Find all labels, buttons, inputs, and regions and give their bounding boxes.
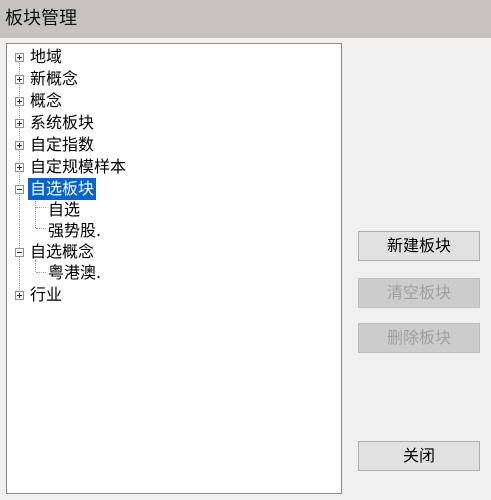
tree-node-label: 自定规模样本 — [30, 157, 127, 176]
clear-block-button[interactable]: 清空板块 — [358, 278, 480, 308]
tree-node-label: 新概念 — [30, 69, 79, 88]
tree-node[interactable]: 系统板块 — [7, 112, 337, 134]
tree-node-label: 强势股. — [48, 221, 102, 240]
tree-child-node[interactable]: 自选 — [7, 199, 337, 221]
window-title: 板块管理 — [5, 8, 77, 29]
expand-icon[interactable] — [15, 75, 24, 84]
tree-node[interactable]: 地域 — [7, 46, 337, 68]
delete-block-button[interactable]: 删除板块 — [358, 323, 480, 353]
expand-icon[interactable] — [15, 119, 24, 128]
collapse-icon[interactable] — [15, 185, 24, 194]
tree-node[interactable]: 自定规模样本 — [7, 156, 337, 178]
close-button[interactable]: 关闭 — [358, 441, 480, 471]
tree-node-label: 自定指数 — [30, 135, 95, 154]
expand-icon[interactable] — [15, 141, 24, 150]
tree-node-label: 粤港澳. — [48, 263, 102, 282]
collapse-icon[interactable] — [15, 248, 24, 257]
expand-icon[interactable] — [15, 163, 24, 172]
tree-node-label: 自选板块 — [28, 178, 97, 200]
block-tree[interactable]: 地域 新概念 概念 系统板块 自定指数 自定规模样本 自选板块 自选 强势股. … — [6, 43, 342, 494]
tree-node[interactable]: 行业 — [7, 284, 337, 306]
tree-node[interactable]: 概念 — [7, 90, 337, 112]
title-bar: 板块管理 — [0, 0, 491, 38]
tree-node[interactable]: 自选概念 — [7, 241, 337, 263]
tree-node-label: 概念 — [30, 91, 63, 110]
tree-node-label: 自选 — [48, 200, 81, 219]
tree-child-node[interactable]: 强势股. — [7, 220, 337, 242]
tree-node-label: 自选概念 — [30, 242, 95, 261]
expand-icon[interactable] — [15, 291, 24, 300]
new-block-button[interactable]: 新建板块 — [358, 231, 480, 261]
tree-node-label: 系统板块 — [30, 113, 95, 132]
tree-node-label: 行业 — [30, 285, 63, 304]
tree-node[interactable]: 自定指数 — [7, 134, 337, 156]
tree-node-label: 地域 — [30, 47, 63, 66]
expand-icon[interactable] — [15, 53, 24, 62]
tree-child-node[interactable]: 粤港澳. — [7, 262, 337, 284]
tree-node-selected[interactable]: 自选板块 — [7, 178, 337, 200]
expand-icon[interactable] — [15, 97, 24, 106]
tree-node[interactable]: 新概念 — [7, 68, 337, 90]
